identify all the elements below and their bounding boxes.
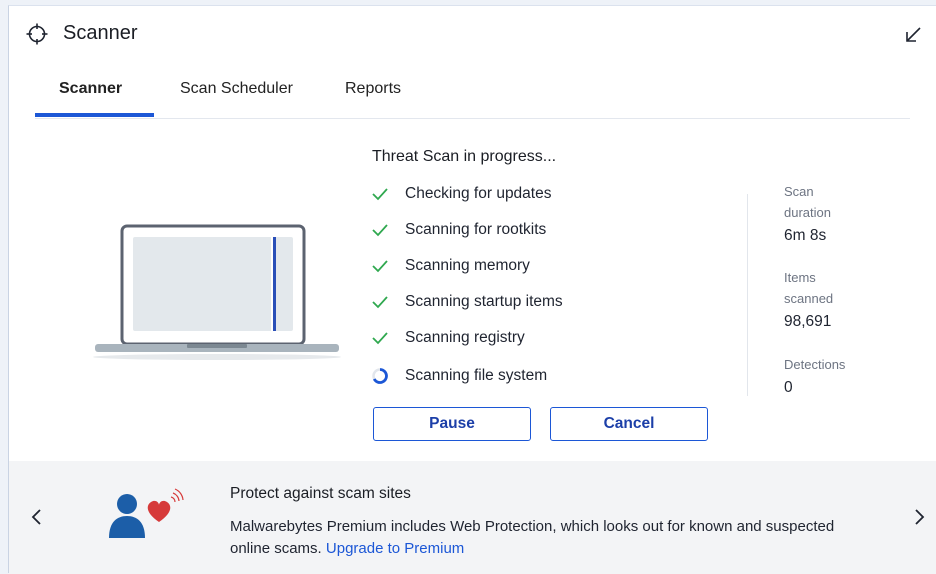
scan-status-heading: Threat Scan in progress... xyxy=(372,148,557,165)
detections-value: 0 xyxy=(784,379,793,396)
cancel-button[interactable]: Cancel xyxy=(550,407,708,441)
checkmark-icon xyxy=(372,296,388,309)
scan-step-label: Scanning for rootkits xyxy=(405,221,547,238)
checkmark-icon xyxy=(372,332,388,345)
scan-step: Scanning startup items xyxy=(371,290,563,314)
scan-step: Scanning registry xyxy=(371,326,525,350)
person-heart-icon xyxy=(109,488,184,538)
active-tab-indicator xyxy=(35,113,154,117)
items-scanned-stat: Items scanned 98,691 xyxy=(784,267,844,331)
promo-banner: Protect against scam sites Malwarebytes … xyxy=(9,461,936,574)
promo-title: Protect against scam sites xyxy=(230,485,411,502)
scanner-window: Scanner Scanner Scan Scheduler Reports T… xyxy=(8,5,936,574)
laptop-scan-illustration xyxy=(93,224,341,360)
tab-reports[interactable]: Reports xyxy=(345,80,401,98)
scan-step-label: Scanning memory xyxy=(405,257,530,274)
scan-duration-value: 6m 8s xyxy=(784,227,827,244)
title-bar: Scanner xyxy=(9,6,936,62)
window-title: Scanner xyxy=(63,22,138,44)
scan-duration-label: Scan duration xyxy=(784,184,831,220)
scan-step: Scanning file system xyxy=(371,364,547,388)
chevron-right-icon[interactable] xyxy=(911,506,927,528)
scan-step-label: Scanning registry xyxy=(405,329,525,346)
scan-step-label: Scanning file system xyxy=(405,367,548,384)
promo-body-text: Malwarebytes Premium includes Web Protec… xyxy=(230,518,835,557)
scan-step: Checking for updates xyxy=(371,182,551,206)
scan-step: Scanning memory xyxy=(371,254,530,278)
chevron-left-icon[interactable] xyxy=(29,506,45,528)
items-scanned-value: 98,691 xyxy=(784,313,832,330)
tab-scan-scheduler[interactable]: Scan Scheduler xyxy=(180,80,293,98)
minimize-arrow-icon[interactable] xyxy=(904,26,922,44)
scan-step: Scanning for rootkits xyxy=(371,218,546,242)
checkmark-icon xyxy=(372,260,388,273)
crosshair-icon xyxy=(26,23,48,45)
progress-spinner-icon xyxy=(372,368,388,384)
promo-description: Malwarebytes Premium includes Web Protec… xyxy=(230,516,870,560)
detections-label: Detections xyxy=(784,357,846,372)
upgrade-to-premium-link[interactable]: Upgrade to Premium xyxy=(326,540,464,557)
pause-button[interactable]: Pause xyxy=(373,407,531,441)
scan-step-label: Checking for updates xyxy=(405,185,552,202)
tab-scanner[interactable]: Scanner xyxy=(59,80,122,98)
checkmark-icon xyxy=(372,188,388,201)
items-scanned-label: Items scanned xyxy=(784,270,834,306)
tab-bar: Scanner Scan Scheduler Reports xyxy=(35,72,910,119)
scan-duration-stat: Scan duration 6m 8s xyxy=(784,181,844,245)
stats-divider xyxy=(747,194,748,396)
detections-stat: Detections 0 xyxy=(784,354,874,397)
checkmark-icon xyxy=(372,224,388,237)
scan-step-label: Scanning startup items xyxy=(405,293,563,310)
